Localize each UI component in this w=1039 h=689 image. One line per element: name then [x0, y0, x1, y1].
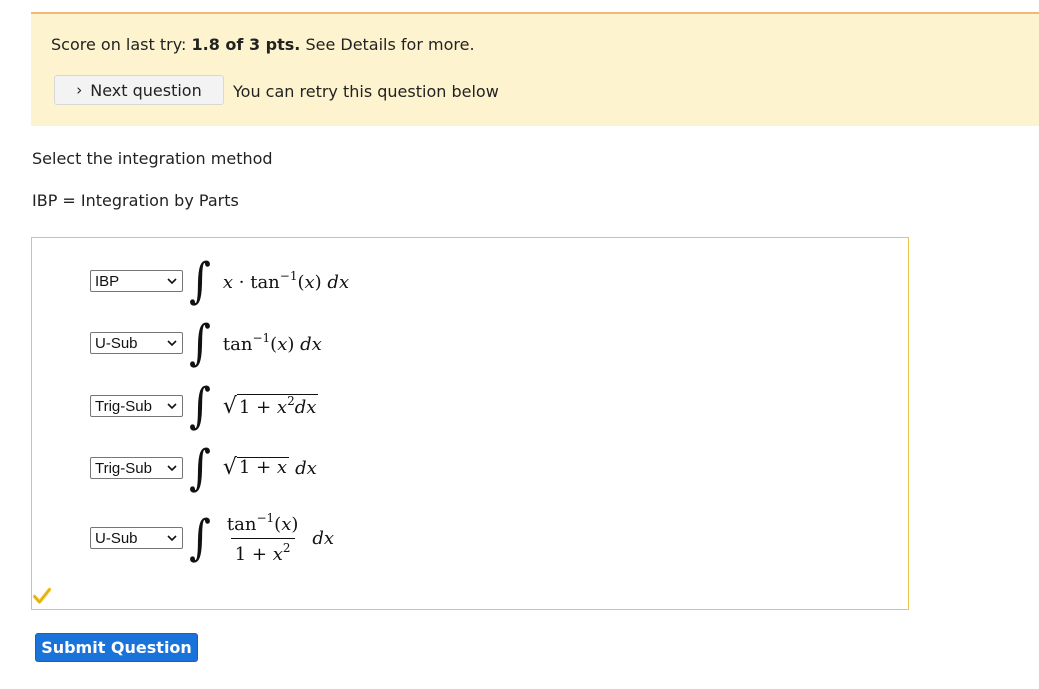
- score-value: 1.8 of 3 pts.: [191, 35, 301, 54]
- score-prefix: Score on last try:: [51, 35, 187, 54]
- chevron-down-icon: [167, 340, 177, 347]
- integral-sign: ∫: [189, 377, 211, 434]
- integral-expression-3: ∫ √ 1 + x2dx: [189, 377, 319, 434]
- method-select-5-value: U-Sub: [95, 529, 138, 547]
- integral-sign: ∫: [189, 509, 211, 566]
- score-banner: Score on last try: 1.8 of 3 pts. See Det…: [31, 12, 1039, 126]
- next-question-button[interactable]: › Next question: [54, 75, 224, 105]
- answer-box: IBP ∫ x · tan−1(x) dx U-Sub ∫ tan−1(x) d…: [31, 237, 909, 610]
- method-select-1[interactable]: IBP: [90, 270, 183, 292]
- integral-row-5: U-Sub ∫ tan−1(x) 1 + x2 dx: [90, 509, 335, 566]
- fraction: tan−1(x) 1 + x2: [226, 511, 299, 565]
- checkmark-icon: [33, 587, 51, 604]
- chevron-down-icon: [167, 278, 177, 285]
- method-select-2[interactable]: U-Sub: [90, 332, 183, 354]
- integral-row-2: U-Sub ∫ tan−1(x) dx: [90, 314, 322, 371]
- integral-row-3: Trig-Sub ∫ √ 1 + x2dx: [90, 377, 319, 434]
- integral-expression-1: ∫ x · tan−1(x) dx: [189, 252, 350, 309]
- score-suffix: See Details for more.: [305, 35, 475, 54]
- method-select-3-value: Trig-Sub: [95, 397, 152, 415]
- question-prompt: Select the integration method: [32, 149, 273, 168]
- integral-sign: ∫: [189, 439, 211, 496]
- submit-question-button[interactable]: Submit Question: [35, 633, 198, 662]
- chevron-down-icon: [167, 465, 177, 472]
- integral-row-1: IBP ∫ x · tan−1(x) dx: [90, 252, 350, 309]
- integral-row-4: Trig-Sub ∫ √ 1 + x dx: [90, 439, 317, 496]
- integral-sign: ∫: [189, 252, 211, 309]
- ibp-definition: IBP = Integration by Parts: [32, 191, 239, 210]
- integral-expression-4: ∫ √ 1 + x dx: [189, 439, 317, 496]
- method-select-5[interactable]: U-Sub: [90, 527, 183, 550]
- method-select-4[interactable]: Trig-Sub: [90, 457, 183, 479]
- chevron-right-icon: ›: [76, 80, 83, 99]
- next-question-label: Next question: [90, 80, 202, 100]
- score-line: Score on last try: 1.8 of 3 pts. See Det…: [51, 35, 475, 54]
- chevron-down-icon: [167, 403, 177, 410]
- method-select-4-value: Trig-Sub: [95, 459, 152, 477]
- integral-expression-5: ∫ tan−1(x) 1 + x2 dx: [189, 509, 335, 566]
- integral-sign: ∫: [189, 314, 211, 371]
- method-select-3[interactable]: Trig-Sub: [90, 395, 183, 417]
- chevron-down-icon: [167, 535, 177, 542]
- retry-text: You can retry this question below: [233, 82, 499, 101]
- method-select-2-value: U-Sub: [95, 334, 138, 352]
- method-select-1-value: IBP: [95, 272, 120, 290]
- integral-expression-2: ∫ tan−1(x) dx: [189, 314, 322, 371]
